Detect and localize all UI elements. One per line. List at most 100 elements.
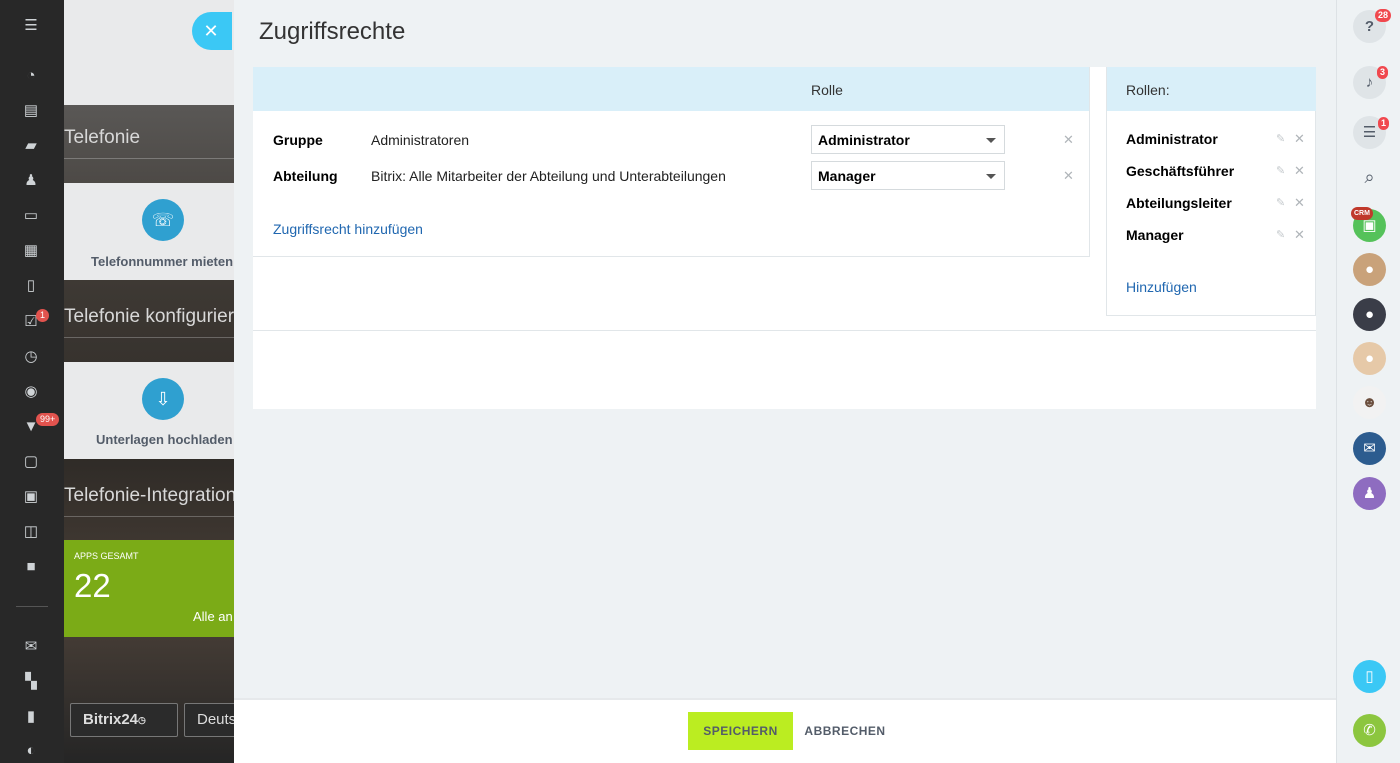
- book-icon[interactable]: ◫: [22, 523, 40, 541]
- left-navigation: ☰ ◔ ▤ ▰ ♟ ▭ ▦ ▯ ☑ 1 ◷ ◉ ▼ 99+ ▢ ▣ ◫ ■ ✉ …: [0, 0, 64, 763]
- role-name[interactable]: Manager: [1126, 227, 1184, 243]
- theme-icon[interactable]: ◐: [22, 742, 40, 760]
- search-icon[interactable]: ⌕: [1353, 161, 1386, 194]
- access-type: Gruppe: [273, 132, 323, 148]
- telephony-device-icon[interactable]: ▯: [1353, 660, 1386, 693]
- role-column-header: Rolle: [811, 82, 843, 98]
- contact-card-icon[interactable]: ▣: [22, 488, 40, 506]
- drive-icon[interactable]: ▭: [22, 207, 40, 225]
- background-page: Telefonie ☏ Telefonnummer mieten Telefon…: [64, 0, 234, 763]
- roles-card: Rollen: Administrator ✎ ✕ Geschäftsführe…: [1106, 67, 1316, 316]
- crm-label: CRM: [1351, 207, 1373, 220]
- bitrix24-logo-button[interactable]: Bitrix24◷: [70, 703, 178, 737]
- clock-small-icon: ◷: [138, 715, 146, 725]
- avatar-user-3[interactable]: ●: [1353, 342, 1386, 375]
- access-type: Abteilung: [273, 168, 338, 184]
- robot-icon[interactable]: ◉: [22, 383, 40, 401]
- tasks-list-icon[interactable]: ▤: [22, 102, 40, 120]
- clock-icon[interactable]: ◷: [22, 348, 40, 366]
- panel-footer: SPEICHERN ABBRECHEN: [234, 698, 1336, 763]
- dropdown-arrow-icon: [986, 174, 996, 179]
- phone-money-icon: ☏: [142, 199, 184, 241]
- messages-badge: 1: [1378, 117, 1390, 130]
- add-access-link[interactable]: Zugriffsrecht hinzufügen: [273, 221, 423, 237]
- role-name[interactable]: Administrator: [1126, 131, 1218, 147]
- edit-pencil-icon[interactable]: ✎: [1276, 196, 1285, 209]
- section-divider: [64, 158, 234, 159]
- avatar-group-chat[interactable]: ☻: [1353, 386, 1386, 419]
- section-heading: Telefonie-Integration: [64, 485, 234, 506]
- access-row: Gruppe Administratoren Administrator ✕: [253, 125, 1089, 155]
- upload-documents-tile[interactable]: ⇩ Unterlagen hochladen: [64, 362, 234, 459]
- roles-header: Rollen:: [1107, 67, 1316, 111]
- phone-call-icon[interactable]: ✆: [1353, 714, 1386, 747]
- window-icon[interactable]: ▢: [22, 453, 40, 471]
- edit-pencil-icon[interactable]: ✎: [1276, 228, 1285, 241]
- access-row: Abteilung Bitrix: Alle Mitarbeiter der A…: [253, 161, 1089, 191]
- role-item: Geschäftsführer ✎ ✕: [1107, 163, 1316, 183]
- section-divider: [64, 516, 234, 517]
- role-item: Manager ✎ ✕: [1107, 227, 1316, 247]
- edit-pencil-icon[interactable]: ✎: [1276, 132, 1285, 145]
- apps-grid-icon[interactable]: ▚: [22, 673, 40, 691]
- access-subject: Administratoren: [371, 132, 470, 148]
- delete-icon[interactable]: ✕: [1294, 227, 1305, 243]
- apps-total-tile[interactable]: APPS GESAMT 22 Alle an: [64, 540, 234, 637]
- section-divider: [64, 337, 234, 338]
- user-profile-icon[interactable]: ♟: [1353, 477, 1386, 510]
- section-heading: Telefonie konfigurieren: [64, 306, 234, 327]
- apps-link[interactable]: Alle an: [193, 609, 233, 624]
- access-subject: Bitrix: Alle Mitarbeiter der Abteilung u…: [371, 168, 726, 184]
- section-heading: Telefonie: [64, 127, 141, 148]
- role-select-value: Administrator: [818, 132, 910, 148]
- add-role-link[interactable]: Hinzufügen: [1126, 279, 1197, 295]
- page-title: Zugriffsrechte: [259, 18, 406, 45]
- nav-divider: [16, 606, 48, 607]
- remove-row-icon[interactable]: ✕: [1063, 132, 1074, 148]
- calendar-icon[interactable]: ▦: [22, 242, 40, 260]
- close-panel-button[interactable]: ✕: [192, 12, 232, 50]
- download-document-icon: ⇩: [142, 378, 184, 420]
- feed-badge: 99+: [36, 413, 60, 426]
- table-header: Rolle: [253, 67, 1089, 111]
- role-name[interactable]: Abteilungsleiter: [1126, 195, 1232, 211]
- dropdown-arrow-icon: [986, 138, 996, 143]
- video-icon[interactable]: ■: [22, 558, 40, 576]
- phone-rent-tile[interactable]: ☏ Telefonnummer mieten: [64, 183, 234, 280]
- right-sidebar: ? 28 ♪ 3 ☰ 1 ⌕ ▣ CRM ● ● ● ☻ ✉ ♟ ▯ ✆: [1336, 0, 1400, 763]
- save-button[interactable]: SPEICHERN: [688, 712, 793, 750]
- cancel-button[interactable]: ABBRECHEN: [800, 712, 890, 750]
- mail-icon[interactable]: ✉: [22, 638, 40, 656]
- role-select[interactable]: Manager: [811, 161, 1005, 190]
- avatar-user-1[interactable]: ●: [1353, 253, 1386, 286]
- access-table: Rolle Gruppe Administratoren Administrat…: [253, 67, 1090, 257]
- access-rights-panel: Zugriffsrechte Rolle Gruppe Administrato…: [234, 0, 1336, 763]
- delete-icon[interactable]: ✕: [1294, 163, 1305, 179]
- apps-label: APPS GESAMT: [74, 551, 139, 561]
- delete-icon[interactable]: ✕: [1294, 195, 1305, 211]
- role-select-value: Manager: [818, 168, 876, 184]
- group-icon[interactable]: ♟: [22, 172, 40, 190]
- edit-pencil-icon[interactable]: ✎: [1276, 164, 1285, 177]
- document-icon[interactable]: ▯: [22, 277, 40, 295]
- logo-text: Bitrix24: [83, 711, 139, 728]
- tasks-badge: 1: [36, 309, 50, 322]
- card-divider: [253, 330, 1316, 331]
- role-name[interactable]: Geschäftsführer: [1126, 163, 1234, 179]
- remove-row-icon[interactable]: ✕: [1063, 168, 1074, 184]
- role-item: Administrator ✎ ✕: [1107, 131, 1316, 151]
- roles-header-label: Rollen:: [1126, 82, 1170, 98]
- delete-icon[interactable]: ✕: [1294, 131, 1305, 147]
- activity-stream-icon[interactable]: ◔: [22, 67, 40, 85]
- menu-icon[interactable]: ☰: [22, 17, 40, 35]
- role-item: Abteilungsleiter ✎ ✕: [1107, 195, 1316, 215]
- open-channel-icon[interactable]: ✉: [1353, 432, 1386, 465]
- apps-count: 22: [74, 567, 111, 604]
- tile-label: Telefonnummer mieten: [91, 254, 234, 269]
- chat-icon[interactable]: ▰: [22, 137, 40, 155]
- close-icon: ✕: [203, 21, 219, 41]
- avatar-user-2[interactable]: ●: [1353, 298, 1386, 331]
- help-badge: 28: [1375, 9, 1392, 22]
- role-select[interactable]: Administrator: [811, 125, 1005, 154]
- analytics-icon[interactable]: ▮: [22, 708, 40, 726]
